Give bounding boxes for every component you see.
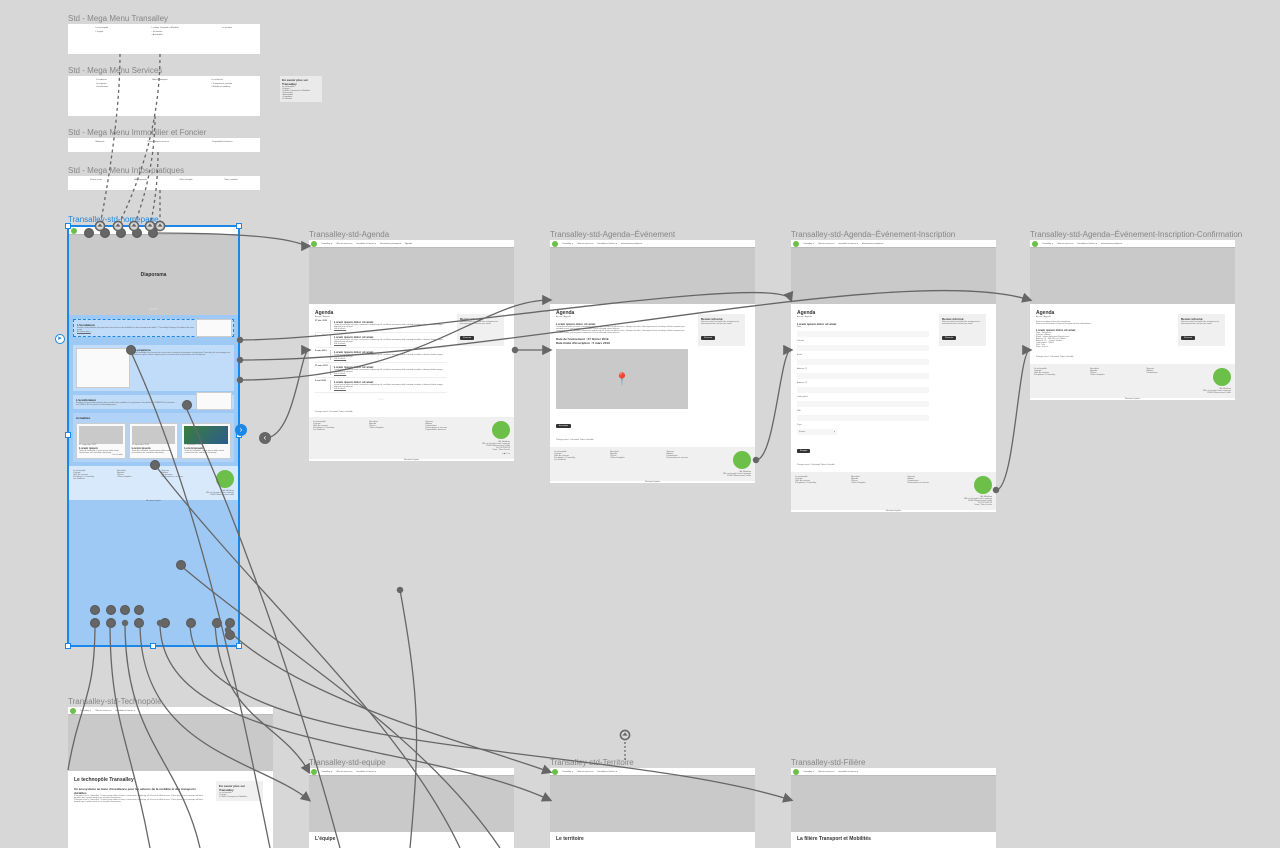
label-agenda: Transalley-std-Agenda [309,230,389,239]
frame-mega2: L'incubateurLa pépinièreL'accélérateur H… [68,76,260,116]
frame-techno[interactable]: Transalley ▾Offre de services ▾Immobilie… [68,707,273,848]
hotspot-icon[interactable] [84,228,94,238]
hotspot-icon[interactable] [126,345,136,355]
label-equipe: Transalley-std-equipe [309,758,386,767]
label-mega3: Std - Mega Menu Immobilier et Foncier [68,128,206,137]
map-placeholder: 📍 [556,349,688,409]
frame-agenda[interactable]: Transalley ▾Offre de services ▾Immobilie… [309,240,514,461]
frame-mega4: Plan et accès Hébergements Offres d'empl… [68,176,260,190]
hotspot-icon[interactable] [134,618,144,628]
frame-mega3: Bâtiments Restauration et services Dispo… [68,138,260,152]
hotspot-icon[interactable] [186,618,196,628]
inscription-button[interactable]: Inscription [556,424,571,428]
label-techno: Transalley-std-Technopôle [68,697,162,706]
expand-right-icon[interactable]: › [235,424,247,436]
hotspot-icon[interactable] [212,618,222,628]
frame-equipe[interactable]: Transalley ▾Offre de services ▾Immobilie… [309,768,514,848]
label-confirm: Transalley-std-Agenda–Événement-Inscript… [1030,230,1242,239]
hotspot-icon[interactable] [100,228,110,238]
label-territoire: Transalley-std-Territoire [550,758,634,767]
frame-mega1: Le technopôleL'équipe La filière Transpo… [68,24,260,54]
label-event: Transalley-std-Agenda–Événement [550,230,675,239]
hero: Diaporama [69,235,238,315]
label-mega4: Std - Mega Menu Infos pratiques [68,166,184,175]
label-mega2: Std - Mega Menu Services [68,66,162,75]
hotspot-icon[interactable] [90,618,100,628]
hotspot-icon[interactable] [90,605,100,615]
hotspot-icon[interactable] [182,400,192,410]
frame-territoire[interactable]: Transalley ▾Offre de services ▾Immobilie… [550,768,755,848]
hotspot-icon[interactable] [106,605,116,615]
hotspot-icon[interactable] [116,228,126,238]
label-mega1: Std - Mega Menu Transalley [68,14,168,23]
label-inscr: Transalley-std-Agenda–Événement-Inscript… [791,230,955,239]
hotspot-icon[interactable] [134,605,144,615]
flow-start-icon[interactable]: ▸ [55,334,65,344]
hotspot-icon[interactable] [176,560,186,570]
hotspot-icon[interactable] [225,630,235,640]
footer-logo-icon [216,470,234,488]
logo-icon [71,228,77,234]
send-button[interactable]: Envoyer [797,449,810,453]
hotspot-icon[interactable] [132,228,142,238]
hotspot-icon[interactable] [150,460,160,470]
section-pepiniere: La pépinière Pour consolider les chances… [73,345,234,391]
hotspot-icon[interactable] [120,605,130,615]
label-homepage[interactable]: Transalley-std-homepage [68,215,158,224]
frame-confirm[interactable]: Transalley ▾Offre de services ▾Immobilie… [1030,240,1235,400]
label-filiere: Transalley-std-Filière [791,758,865,767]
frame-filiere[interactable]: Transalley ▾Offre de services ▾Immobilie… [791,768,996,848]
frame-homepage[interactable]: Diaporama ○○○○○ L'incubateur Incubé à fo… [68,226,239,646]
hotspot-icon[interactable] [148,228,158,238]
hotspot-icon[interactable] [160,618,170,628]
section-incubateur: L'incubateur Incubé à fort potentiel de … [73,319,234,337]
section-actus: Actualités 17 septembre 2019 Lorem ipsum… [73,413,234,462]
section-accel: L'accélérateur Boostez par les professio… [73,395,234,409]
frame-event[interactable]: Transalley ▾Offre de services ▾Immobilie… [550,240,755,483]
footer: Le technopôleL'équipeOffre de servicesS'… [69,466,238,500]
side-info: En savoir plus sur Transalley Le technop… [280,76,322,102]
frame-inscription[interactable]: Transalley ▾Offre de services ▾Immobilie… [791,240,996,512]
hotspot-icon[interactable] [225,618,235,628]
collapse-left-icon[interactable]: ‹ [259,432,271,444]
subscribe-button[interactable]: S'inscrire [460,336,474,340]
hotspot-icon[interactable] [106,618,116,628]
